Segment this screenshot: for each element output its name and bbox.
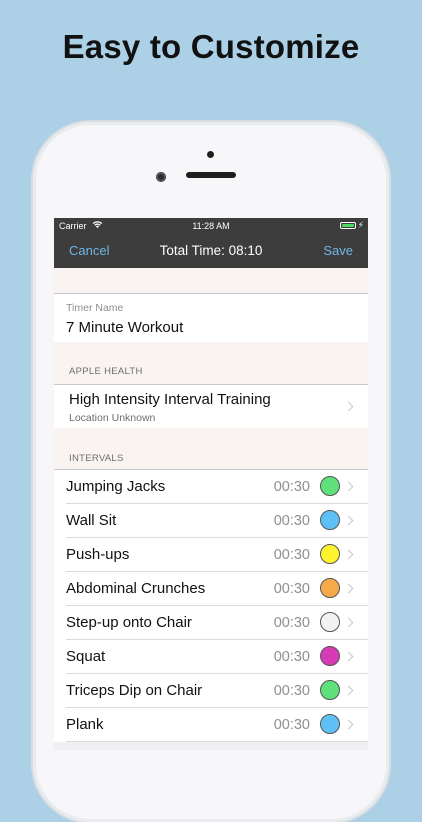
interval-name: Push-ups: [66, 546, 130, 563]
chevron-right-icon: [343, 617, 354, 628]
interval-row[interactable]: Wall Sit 00:30: [54, 504, 368, 538]
interval-color-swatch[interactable]: [320, 510, 340, 530]
interval-name: Plank: [66, 716, 104, 733]
interval-row[interactable]: Step-up onto Chair 00:30: [54, 606, 368, 640]
app-screen: Carrier 11:28 AM ⚡ Cancel Total Time: 08…: [54, 218, 368, 750]
timer-name-field[interactable]: 7 Minute Workout: [66, 319, 183, 336]
phone-sensor: [207, 151, 214, 158]
interval-row[interactable]: Squat 00:30: [54, 640, 368, 674]
interval-color-swatch[interactable]: [320, 646, 340, 666]
chevron-right-icon: [343, 583, 354, 594]
interval-row[interactable]: Push-ups 00:30: [54, 538, 368, 572]
health-activity-cell[interactable]: High Intensity Interval Training Locatio…: [54, 384, 368, 429]
interval-color-swatch[interactable]: [320, 680, 340, 700]
intervals-list: Jumping Jacks 00:30 Wall Sit 00:30 Push-ups 0…: [54, 469, 368, 742]
interval-duration: 00:30: [273, 615, 310, 631]
chevron-right-icon: [343, 515, 354, 526]
interval-duration: 00:30: [273, 649, 310, 665]
interval-name: Step-up onto Chair: [66, 614, 192, 631]
interval-row[interactable]: Abdominal Crunches 00:30: [54, 572, 368, 606]
status-bar: Carrier 11:28 AM ⚡: [54, 218, 368, 234]
apple-health-section: APPLE HEALTH: [54, 342, 368, 384]
intervals-section: INTERVALS: [54, 428, 368, 469]
interval-color-swatch[interactable]: [320, 476, 340, 496]
interval-name: Jumping Jacks: [66, 478, 166, 495]
interval-row[interactable]: Jumping Jacks 00:30: [54, 470, 368, 504]
camera-icon: [156, 172, 166, 182]
interval-row[interactable]: Triceps Dip on Chair 00:30: [54, 674, 368, 708]
chevron-right-icon: [343, 401, 354, 412]
chevron-right-icon: [343, 481, 354, 492]
interval-name: Triceps Dip on Chair: [66, 682, 203, 699]
chevron-right-icon: [343, 685, 354, 696]
top-spacer: [54, 268, 368, 292]
interval-duration: 00:30: [273, 683, 310, 699]
interval-duration: 00:30: [273, 581, 310, 597]
interval-row[interactable]: Plank 00:30: [54, 708, 368, 742]
status-time: 11:28 AM: [192, 221, 230, 231]
interval-name: Squat: [66, 648, 106, 665]
timer-name-label: Timer Name: [66, 302, 124, 314]
interval-color-swatch[interactable]: [320, 578, 340, 598]
timer-name-cell[interactable]: Timer Name 7 Minute Workout: [54, 293, 368, 343]
interval-color-swatch[interactable]: [320, 612, 340, 632]
interval-color-swatch[interactable]: [320, 714, 340, 734]
apple-health-header: APPLE HEALTH: [69, 366, 143, 377]
health-location: Location Unknown: [69, 412, 156, 424]
interval-duration: 00:30: [273, 479, 310, 495]
row-divider: [66, 741, 368, 742]
chevron-right-icon: [343, 549, 354, 560]
interval-color-swatch[interactable]: [320, 544, 340, 564]
phone-speaker: [186, 172, 236, 178]
interval-name: Abdominal Crunches: [66, 580, 206, 597]
intervals-header: INTERVALS: [69, 453, 124, 464]
interval-duration: 00:30: [273, 513, 310, 529]
interval-duration: 00:30: [273, 717, 310, 733]
battery-icon: [340, 222, 356, 229]
chevron-right-icon: [343, 651, 354, 662]
health-activity-type: High Intensity Interval Training: [69, 391, 271, 408]
promo-headline: Easy to Customize: [62, 28, 360, 65]
interval-duration: 00:30: [273, 547, 310, 563]
nav-bar: Cancel Total Time: 08:10 Save: [54, 234, 368, 268]
chevron-right-icon: [343, 719, 354, 730]
interval-name: Wall Sit: [66, 512, 117, 529]
charging-icon: ⚡: [357, 220, 364, 230]
save-button[interactable]: Save: [323, 243, 353, 258]
nav-title: Total Time: 08:10: [159, 243, 263, 258]
